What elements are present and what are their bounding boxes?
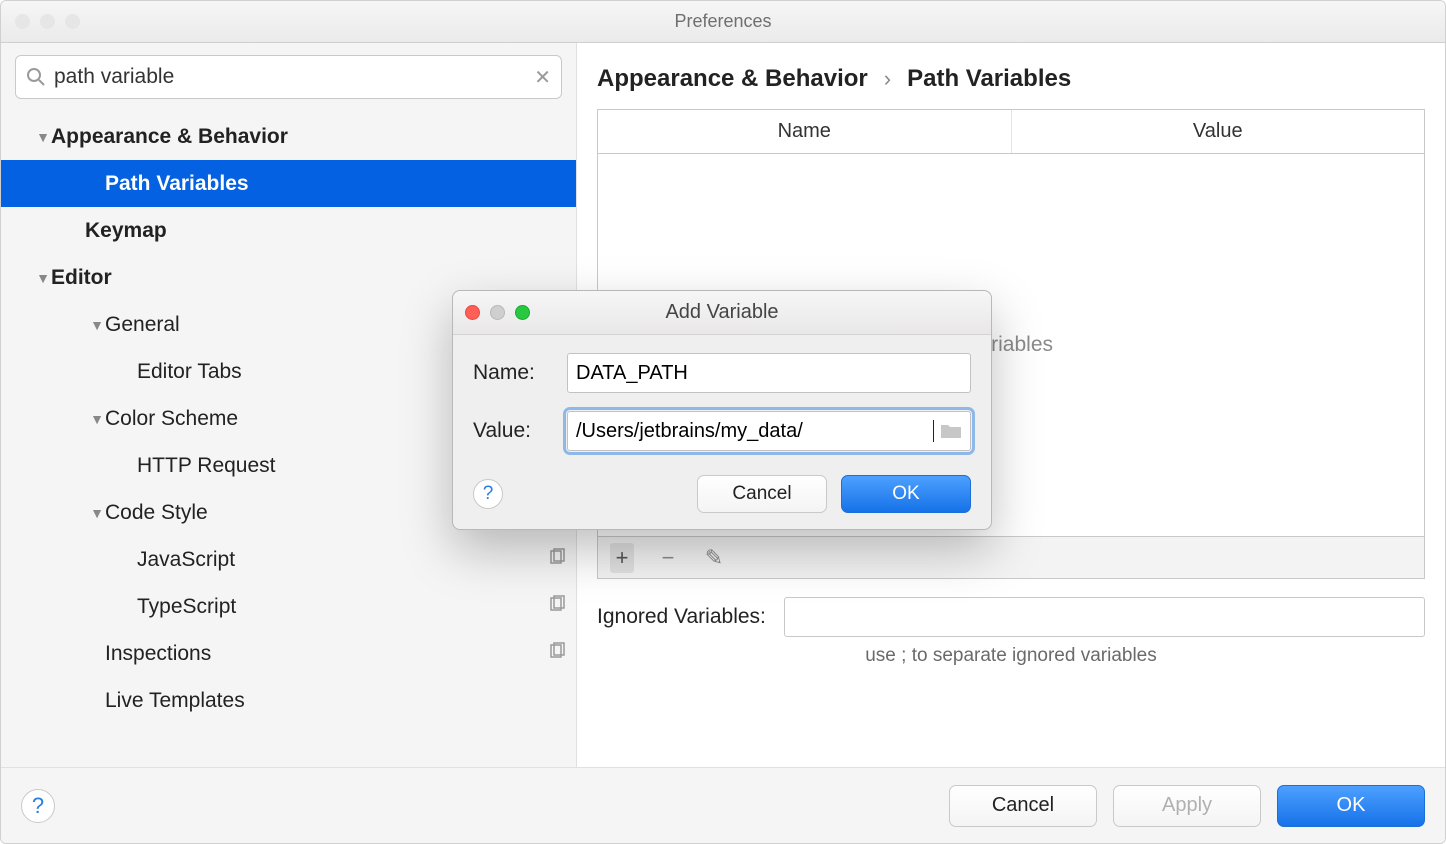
value-field-wrap[interactable] xyxy=(567,411,971,451)
preferences-window: Preferences ✕ ▼Appearance & BehaviorPath… xyxy=(0,0,1446,844)
breadcrumb-group[interactable]: Appearance & Behavior xyxy=(597,65,868,93)
add-variable-dialog: Add Variable Name: Value: ? Cancel xyxy=(452,290,992,530)
tree-item-live-templates[interactable]: Live Templates xyxy=(1,677,576,724)
tree-item-javascript[interactable]: JavaScript xyxy=(1,536,576,583)
value-input[interactable] xyxy=(576,420,932,443)
tree-item-label: Live Templates xyxy=(105,689,245,713)
tree-item-typescript[interactable]: TypeScript xyxy=(1,583,576,630)
table-header: Name Value xyxy=(598,110,1424,154)
column-name[interactable]: Name xyxy=(598,110,1012,153)
tree-item-label: Color Scheme xyxy=(105,407,238,431)
apply-button[interactable]: Apply xyxy=(1113,785,1261,827)
tree-item-label: JavaScript xyxy=(137,548,235,572)
tree-item-label: HTTP Request xyxy=(137,454,276,478)
disclosure-arrow-icon[interactable]: ▼ xyxy=(89,411,105,427)
chevron-right-icon: › xyxy=(884,66,891,92)
tree-item-label: Editor xyxy=(51,266,112,290)
disclosure-arrow-icon[interactable]: ▼ xyxy=(35,270,51,286)
search-icon xyxy=(26,67,46,87)
add-button[interactable]: + xyxy=(610,543,634,573)
dialog-titlebar: Add Variable xyxy=(453,291,991,335)
name-label: Name: xyxy=(473,361,553,385)
disclosure-arrow-icon[interactable]: ▼ xyxy=(89,317,105,333)
dialog-help-button[interactable]: ? xyxy=(473,479,503,509)
remove-button[interactable]: − xyxy=(656,545,680,571)
folder-icon[interactable] xyxy=(940,422,962,440)
disclosure-arrow-icon[interactable]: ▼ xyxy=(89,505,105,521)
tree-item-label: Editor Tabs xyxy=(137,360,242,384)
window-title: Preferences xyxy=(1,11,1445,32)
name-field-wrap[interactable] xyxy=(567,353,971,393)
ok-button[interactable]: OK xyxy=(1277,785,1425,827)
column-value[interactable]: Value xyxy=(1012,110,1425,153)
footer: ? Cancel Apply OK xyxy=(1,767,1445,843)
search-input[interactable] xyxy=(46,65,534,89)
scheme-copy-icon[interactable] xyxy=(548,548,566,572)
breadcrumb: Appearance & Behavior › Path Variables xyxy=(577,43,1445,103)
scheme-copy-icon[interactable] xyxy=(548,595,566,619)
table-toolbar: + − ✎ xyxy=(598,536,1424,578)
edit-button[interactable]: ✎ xyxy=(702,545,726,571)
ignored-variables-input[interactable] xyxy=(784,597,1425,637)
search-field[interactable]: ✕ xyxy=(15,55,562,99)
help-button[interactable]: ? xyxy=(21,789,55,823)
dialog-title: Add Variable xyxy=(453,301,991,324)
tree-item-label: General xyxy=(105,313,180,337)
clear-search-icon[interactable]: ✕ xyxy=(534,65,551,90)
tree-item-label: Path Variables xyxy=(105,172,249,196)
dialog-ok-button[interactable]: OK xyxy=(841,475,971,513)
dialog-footer: ? Cancel OK xyxy=(473,469,971,513)
disclosure-arrow-icon[interactable]: ▼ xyxy=(35,129,51,145)
tree-item-appearance-behavior[interactable]: ▼Appearance & Behavior xyxy=(1,113,576,160)
cancel-button[interactable]: Cancel xyxy=(949,785,1097,827)
name-input[interactable] xyxy=(576,362,962,385)
tree-item-label: Appearance & Behavior xyxy=(51,125,288,149)
scheme-copy-icon[interactable] xyxy=(548,642,566,666)
titlebar: Preferences xyxy=(1,1,1445,43)
breadcrumb-page: Path Variables xyxy=(907,65,1071,93)
tree-item-label: TypeScript xyxy=(137,595,236,619)
tree-item-label: Inspections xyxy=(105,642,211,666)
dialog-cancel-button[interactable]: Cancel xyxy=(697,475,827,513)
tree-item-keymap[interactable]: Keymap xyxy=(1,207,576,254)
tree-item-label: Code Style xyxy=(105,501,208,525)
name-row: Name: xyxy=(473,353,971,393)
tree-item-label: Keymap xyxy=(85,219,167,243)
value-row: Value: xyxy=(473,411,971,451)
tree-item-inspections[interactable]: Inspections xyxy=(1,630,576,677)
ignored-label: Ignored Variables: xyxy=(597,605,766,629)
ignored-row: Ignored Variables: xyxy=(597,597,1425,637)
tree-item-path-variables[interactable]: Path Variables xyxy=(1,160,576,207)
ignored-hint: use ; to separate ignored variables xyxy=(577,645,1445,667)
text-caret xyxy=(933,420,934,442)
value-label: Value: xyxy=(473,419,553,443)
